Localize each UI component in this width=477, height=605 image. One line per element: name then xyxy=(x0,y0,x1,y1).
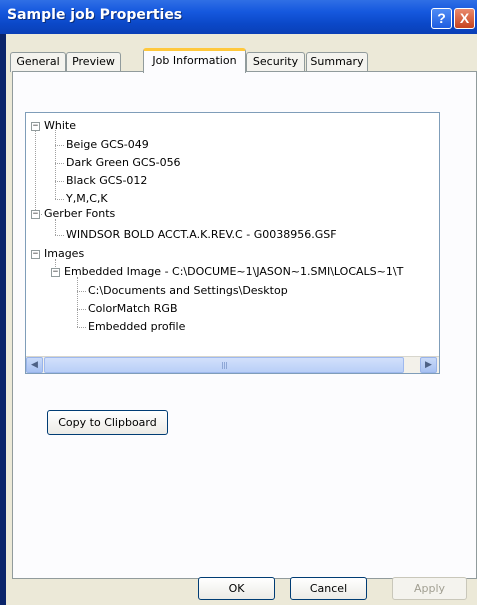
close-icon: X xyxy=(459,10,470,26)
tree-node-embedded-image[interactable]: Embedded Image - C:\DOCUME~1\JASON~1.SMI… xyxy=(64,263,403,281)
tree-connector xyxy=(77,309,86,310)
tab-general-label: General xyxy=(16,55,60,68)
horizontal-scrollbar[interactable]: ◀ ▶ xyxy=(26,356,439,373)
scrollbar-thumb[interactable] xyxy=(44,357,404,373)
tab-general[interactable]: General xyxy=(10,52,66,72)
tab-summary-label: Summary xyxy=(310,55,364,68)
arrow-left-icon: ◀ xyxy=(31,360,38,370)
tree-node-documents-path[interactable]: C:\Documents and Settings\Desktop xyxy=(88,282,288,300)
tree-connector xyxy=(55,145,64,146)
tab-security[interactable]: Security xyxy=(246,52,305,72)
tree-connector xyxy=(55,199,64,200)
collapse-white-icon[interactable]: − xyxy=(31,122,40,131)
tree-node-white[interactable]: White xyxy=(44,117,76,135)
dialog-client-area: General Preview Job Information Security… xyxy=(6,34,477,605)
job-info-tree[interactable]: − − − − White Beige GCS-049 Dark Green G… xyxy=(25,112,440,374)
window-title: Sample job Properties xyxy=(7,7,183,23)
tree-node-embedded-profile[interactable]: Embedded profile xyxy=(88,318,185,336)
tab-preview[interactable]: Preview xyxy=(66,52,121,72)
job-information-panel: − − − − White Beige GCS-049 Dark Green G… xyxy=(12,71,477,579)
grip-icon xyxy=(222,362,228,369)
arrow-right-icon: ▶ xyxy=(425,360,432,370)
scroll-left-button[interactable]: ◀ xyxy=(26,357,43,373)
tree-node-beige[interactable]: Beige GCS-049 xyxy=(66,136,149,154)
tree-node-black[interactable]: Black GCS-012 xyxy=(66,172,147,190)
help-icon: ? xyxy=(437,10,446,26)
copy-to-clipboard-button[interactable]: Copy to Clipboard xyxy=(47,410,168,435)
help-button[interactable]: ? xyxy=(431,8,452,29)
tree-connector xyxy=(77,291,86,292)
collapse-gerber-fonts-icon[interactable]: − xyxy=(31,210,40,219)
tab-preview-label: Preview xyxy=(72,55,115,68)
tree-connector xyxy=(55,235,64,236)
apply-button[interactable]: Apply xyxy=(392,577,467,600)
tree-connector xyxy=(77,327,86,328)
properties-window: Sample job Properties ? X General Previe… xyxy=(0,0,477,605)
cancel-button[interactable]: Cancel xyxy=(290,577,367,600)
tab-job-information[interactable]: Job Information xyxy=(143,48,246,73)
tree-node-windsor-font[interactable]: WINDSOR BOLD ACCT.A.K.REV.C - G0038956.G… xyxy=(66,226,337,244)
tree-connector xyxy=(77,277,78,327)
tree-node-dark-green[interactable]: Dark Green GCS-056 xyxy=(66,154,181,172)
tab-security-label: Security xyxy=(252,55,299,68)
tab-job-information-label: Job Information xyxy=(152,54,237,67)
ok-button[interactable]: OK xyxy=(198,577,275,600)
collapse-embedded-image-icon[interactable]: − xyxy=(51,268,60,277)
tree-connector xyxy=(35,126,36,214)
collapse-images-icon[interactable]: − xyxy=(31,250,40,259)
tree-node-gerber-fonts[interactable]: Gerber Fonts xyxy=(44,205,115,223)
tree-node-colormatch-rgb[interactable]: ColorMatch RGB xyxy=(88,300,178,318)
tree-node-images[interactable]: Images xyxy=(44,245,84,263)
tab-summary[interactable]: Summary xyxy=(306,52,368,72)
scroll-right-button[interactable]: ▶ xyxy=(420,357,437,373)
tree-connector xyxy=(55,163,64,164)
close-button[interactable]: X xyxy=(454,8,475,29)
tree-connector xyxy=(55,181,64,182)
title-bar[interactable]: Sample job Properties ? X xyxy=(0,0,477,34)
